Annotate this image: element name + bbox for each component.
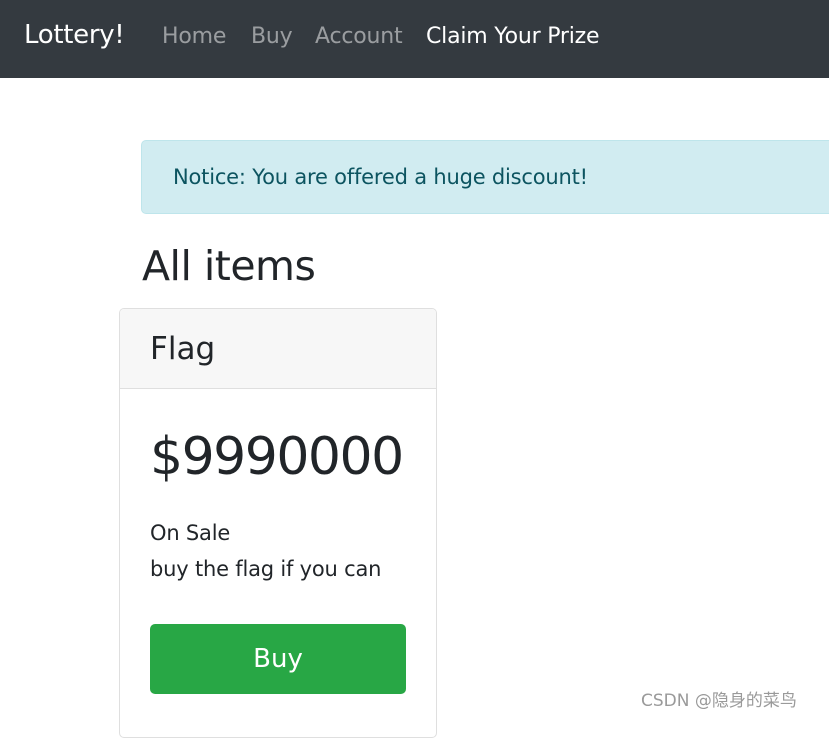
alert-text: Notice: You are offered a huge discount! [173, 165, 588, 189]
item-name: Flag [150, 331, 216, 367]
watermark-text: CSDN @隐身的菜鸟 [641, 691, 797, 711]
discount-notice-alert: Notice: You are offered a huge discount! [141, 140, 829, 214]
card-header: Flag [120, 309, 436, 389]
item-card-flag: Flag $9990000 On Sale buy the flag if yo… [119, 308, 437, 738]
page-title: All items [142, 242, 316, 290]
nav-link-account[interactable]: Account [315, 24, 403, 49]
item-status: On Sale [150, 521, 231, 545]
item-price: $9990000 [150, 427, 404, 487]
item-description: buy the flag if you can [150, 557, 382, 581]
navbar-brand[interactable]: Lottery! [24, 20, 125, 50]
nav-link-buy[interactable]: Buy [251, 24, 293, 49]
buy-button[interactable]: Buy [150, 624, 406, 694]
top-navbar: Lottery! Home Buy Account Claim Your Pri… [0, 0, 829, 78]
nav-link-claim-your-prize[interactable]: Claim Your Prize [426, 24, 600, 49]
nav-link-home[interactable]: Home [162, 24, 226, 49]
